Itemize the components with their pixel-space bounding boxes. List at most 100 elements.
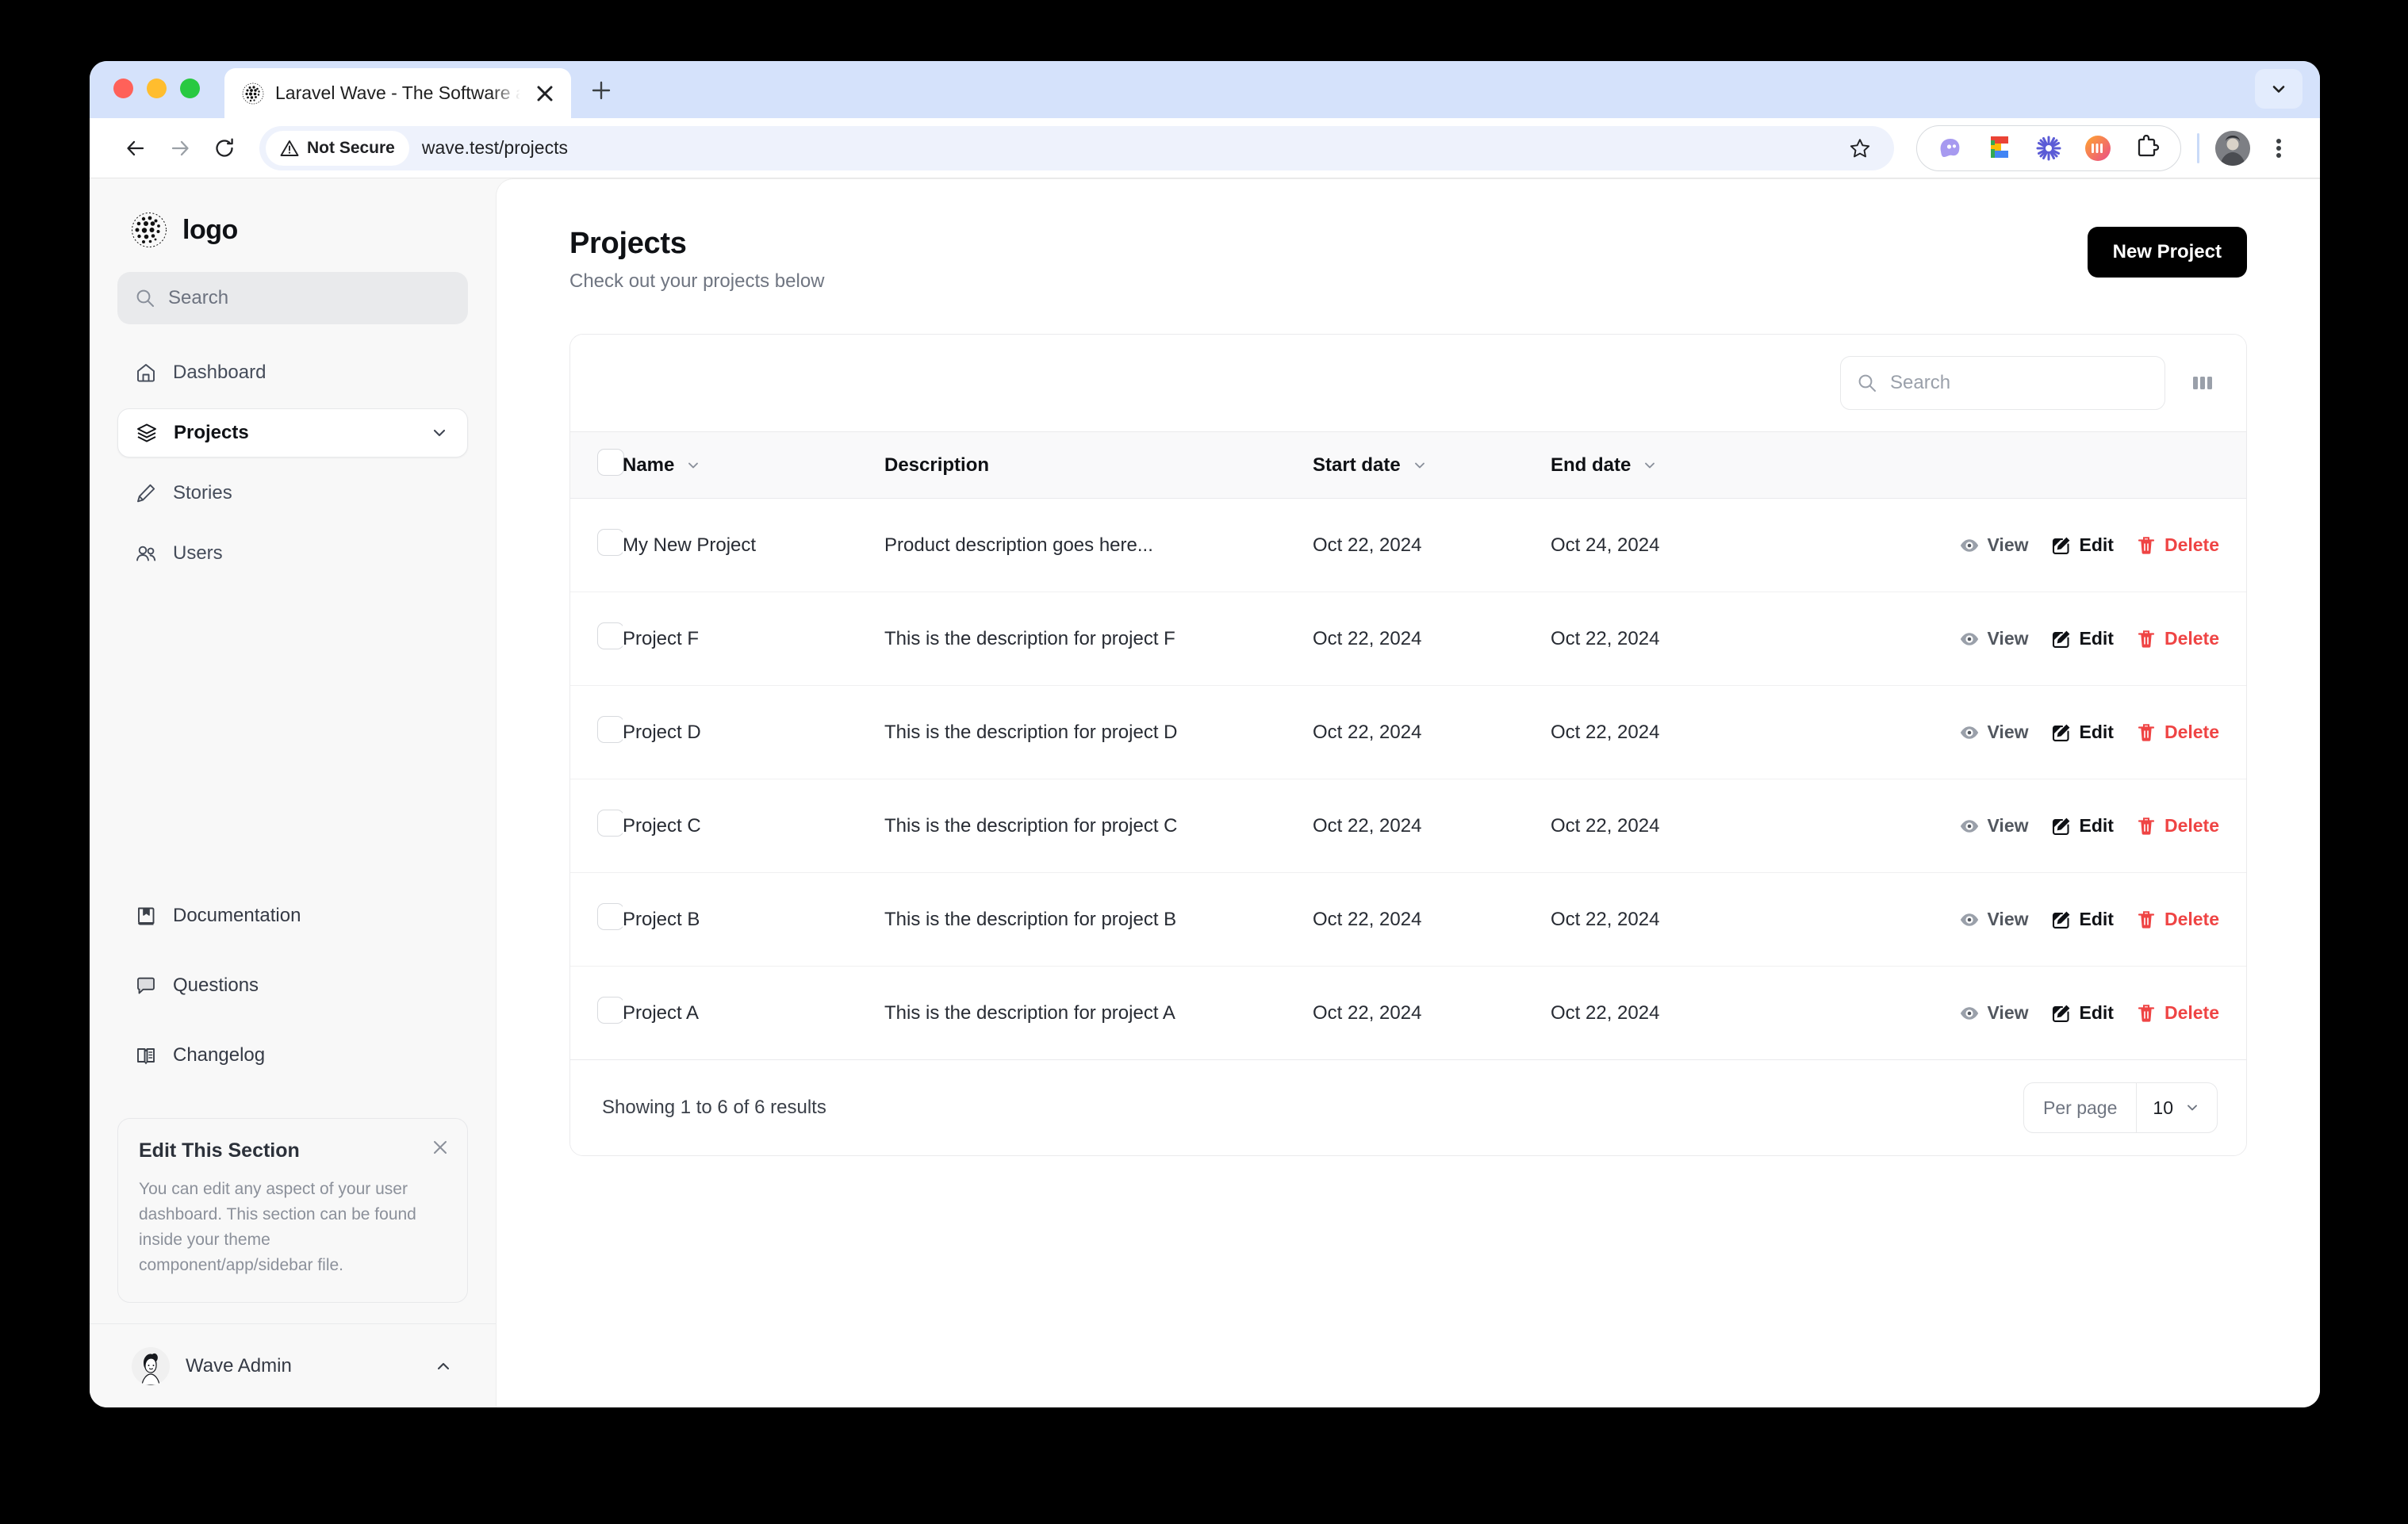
row-select-checkbox[interactable] (597, 529, 623, 556)
tab-list-button[interactable] (2255, 69, 2303, 109)
chevron-up-icon[interactable] (433, 1356, 454, 1377)
row-action-view-button[interactable]: View (1959, 628, 2029, 649)
row-action-view-button[interactable]: View (1959, 1002, 2029, 1024)
row-action-view-button[interactable]: View (1959, 534, 2029, 556)
row-select-checkbox[interactable] (597, 622, 623, 649)
row-action-edit-button[interactable]: Edit (2051, 909, 2114, 930)
table-row[interactable]: Project B This is the description for pro… (570, 872, 2246, 967)
row-actions-cell: View Edit Delete (1789, 592, 2246, 686)
row-action-delete-button[interactable]: Delete (2136, 534, 2219, 556)
chevron-down-icon[interactable] (429, 423, 450, 443)
address-bar[interactable]: Not Secure wave.test/projects (259, 125, 1894, 170)
table-row[interactable]: My New Project Product description goes h… (570, 498, 2246, 592)
table-row[interactable]: Project A This is the description for pro… (570, 966, 2246, 1060)
browser-tab[interactable]: Laravel Wave - The Software a (224, 68, 571, 118)
row-action-label: Delete (2164, 1002, 2219, 1023)
sidebar-item-dashboard[interactable]: Dashboard (117, 348, 468, 397)
main-content: Projects Check out your projects below N… (496, 178, 2320, 1407)
close-icon[interactable] (431, 1138, 450, 1157)
table-row[interactable]: Project F This is the description for pro… (570, 592, 2246, 686)
row-action-edit-button[interactable]: Edit (2051, 722, 2114, 743)
gradient-circle-extension-icon[interactable] (2084, 134, 2112, 163)
sidebar-secondary-nav: Documentation Questions Changelog (117, 891, 468, 1101)
table-search-input[interactable]: Search (1840, 356, 2165, 410)
maximize-window-button[interactable] (180, 78, 200, 98)
brand-logo[interactable]: logo (117, 178, 468, 272)
row-action-edit-button[interactable]: Edit (2051, 815, 2114, 837)
ghost-extension-icon[interactable] (1936, 134, 1965, 163)
new-tab-button[interactable] (584, 73, 619, 108)
users-icon (135, 542, 157, 565)
column-header-end-date[interactable]: End date (1551, 432, 1789, 499)
minimize-window-button[interactable] (147, 78, 167, 98)
bookmark-button[interactable] (1839, 126, 1881, 170)
sidebar-primary-nav: Dashboard Projects Stories Users (117, 348, 468, 589)
row-action-edit-button[interactable]: Edit (2051, 1002, 2114, 1024)
row-action-delete-button[interactable]: Delete (2136, 909, 2219, 930)
row-name-cell: My New Project (623, 498, 884, 592)
row-action-delete-button[interactable]: Delete (2136, 815, 2219, 837)
table-row[interactable]: Project D This is the description for pro… (570, 685, 2246, 779)
row-end-date-cell: Oct 22, 2024 (1551, 872, 1789, 967)
select-all-checkbox[interactable] (597, 449, 624, 476)
search-icon (135, 288, 155, 308)
per-page-selector[interactable]: Per page 10 (2023, 1082, 2218, 1133)
app-sidebar: logo Search Dashboard Projects Stories U… (90, 178, 496, 1407)
window-traffic-lights (113, 61, 200, 118)
table-row[interactable]: Project C This is the description for pro… (570, 779, 2246, 873)
sidebar-item-changelog[interactable]: Changelog (117, 1031, 468, 1080)
sidebar-item-questions[interactable]: Questions (117, 961, 468, 1010)
row-action-delete-button[interactable]: Delete (2136, 722, 2219, 743)
sidebar-item-users[interactable]: Users (117, 529, 468, 578)
per-page-value-button[interactable]: 10 (2137, 1083, 2217, 1132)
row-action-label: Edit (2079, 1002, 2114, 1023)
pencil-square-icon (2051, 722, 2072, 743)
row-action-view-button[interactable]: View (1959, 815, 2029, 837)
row-start-date-cell: Oct 22, 2024 (1313, 779, 1551, 873)
row-name-cell: Project B (623, 872, 884, 967)
sidebar-item-stories[interactable]: Stories (117, 469, 468, 518)
column-header-description[interactable]: Description (884, 432, 1313, 499)
column-visibility-button[interactable] (2186, 366, 2219, 400)
browser-menu-button[interactable] (2258, 128, 2299, 169)
column-header-name[interactable]: Name (623, 432, 884, 499)
row-action-edit-button[interactable]: Edit (2051, 628, 2114, 649)
figma-extension-icon[interactable] (1985, 134, 2014, 163)
row-select-checkbox[interactable] (597, 903, 623, 930)
row-actions-cell: View Edit Delete (1789, 872, 2246, 967)
row-action-view-button[interactable]: View (1959, 909, 2029, 930)
table-toolbar: Search (570, 335, 2246, 431)
reload-button[interactable] (202, 126, 247, 170)
asterisk-extension-icon[interactable] (2034, 134, 2063, 163)
column-header-start-date[interactable]: Start date (1313, 432, 1551, 499)
row-select-checkbox[interactable] (597, 716, 623, 743)
back-button[interactable] (113, 126, 158, 170)
new-project-button[interactable]: New Project (2087, 227, 2247, 278)
site-security-chip[interactable]: Not Secure (266, 130, 409, 166)
row-select-checkbox[interactable] (597, 997, 623, 1024)
close-window-button[interactable] (113, 78, 133, 98)
eye-icon (1959, 535, 1980, 556)
row-action-edit-button[interactable]: Edit (2051, 534, 2114, 556)
row-action-label: Edit (2079, 628, 2114, 649)
row-select-cell (570, 966, 623, 1060)
sidebar-item-projects[interactable]: Projects (117, 408, 468, 458)
per-page-value: 10 (2153, 1097, 2173, 1118)
row-end-date-cell: Oct 22, 2024 (1551, 592, 1789, 686)
row-action-label: Delete (2164, 722, 2219, 742)
row-action-label: Edit (2079, 534, 2114, 555)
sidebar-user-menu[interactable]: Wave Admin (90, 1323, 496, 1407)
row-action-delete-button[interactable]: Delete (2136, 628, 2219, 649)
row-action-view-button[interactable]: View (1959, 722, 2029, 743)
puzzle-extensions-icon[interactable] (2133, 134, 2161, 163)
sidebar-item-documentation[interactable]: Documentation (117, 891, 468, 940)
row-select-checkbox[interactable] (597, 810, 623, 837)
arrow-right-icon (168, 136, 192, 160)
profile-avatar[interactable] (2215, 130, 2250, 166)
per-page-label: Per page (2024, 1083, 2138, 1132)
close-tab-icon[interactable] (531, 80, 558, 107)
chevron-down-icon (1411, 457, 1428, 474)
row-action-delete-button[interactable]: Delete (2136, 1002, 2219, 1024)
sidebar-search-input[interactable]: Search (117, 272, 468, 324)
forward-button[interactable] (158, 126, 202, 170)
